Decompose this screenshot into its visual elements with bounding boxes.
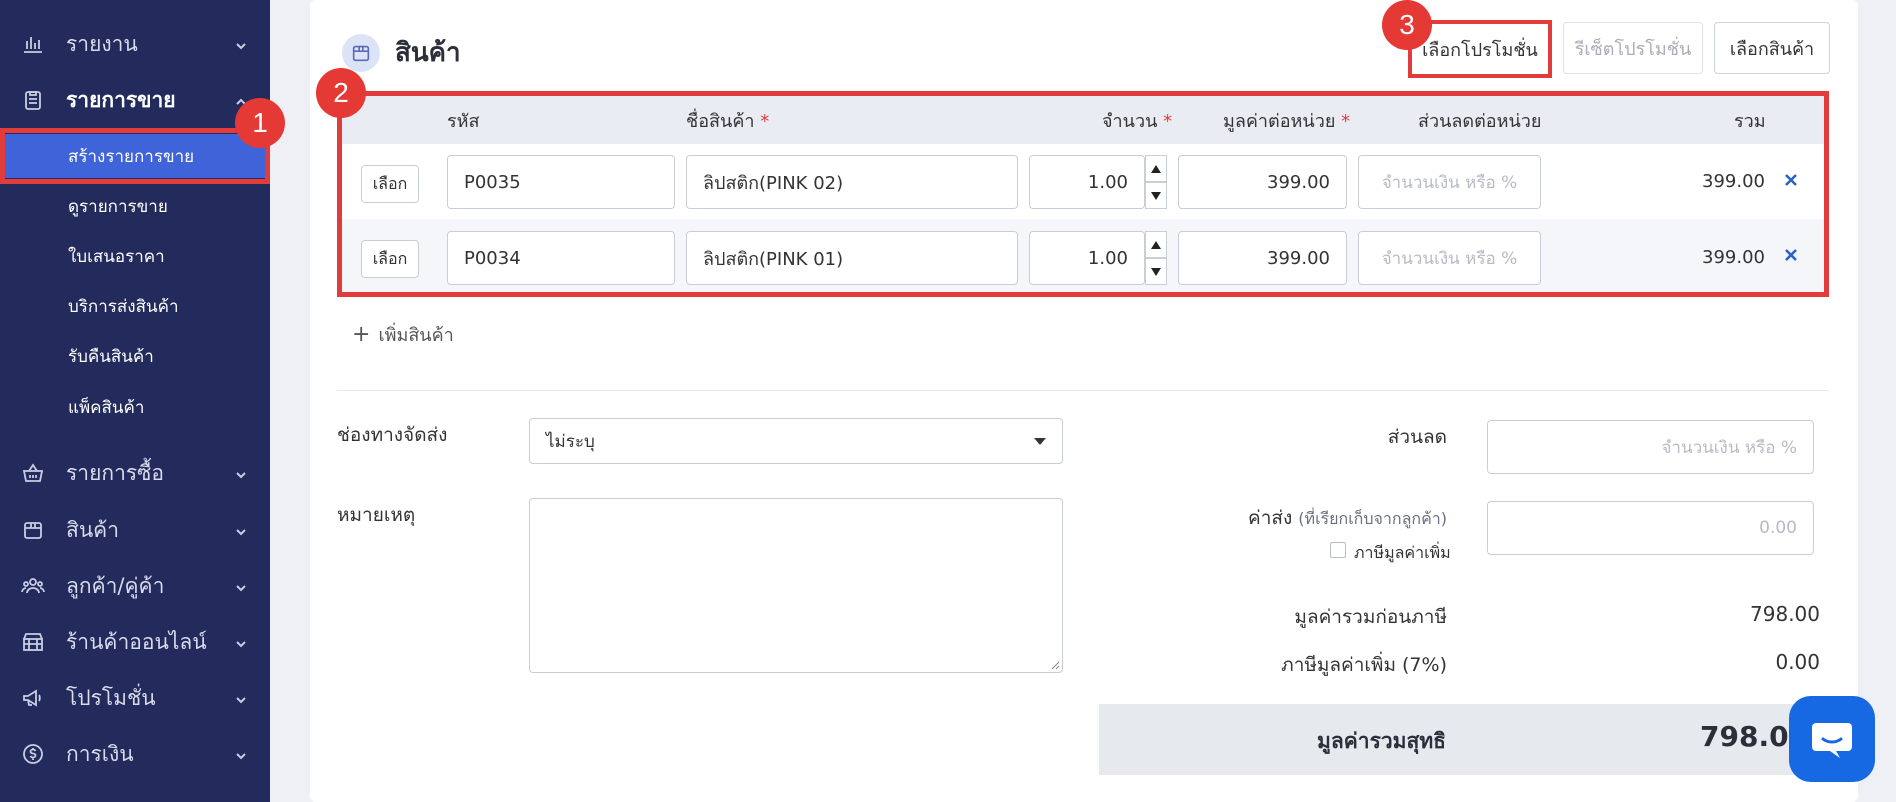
megaphone-icon [20, 685, 46, 711]
nav-label: การเงิน [66, 741, 134, 766]
shipping-channel-value: ไม่ระบุ [546, 431, 595, 452]
select-product-button[interactable]: เลือกสินค้า [1714, 22, 1830, 74]
nav-label: รายงาน [66, 31, 138, 56]
note-label: หมายเหตุ [337, 504, 416, 526]
shipping-fee-label: ค่าส่ง (ที่เรียกเก็บจากลูกค้า) [1160, 503, 1447, 533]
box-icon [342, 34, 380, 72]
chevron-down-icon [234, 744, 248, 760]
reset-promotion-button[interactable]: รีเซ็ตโปรโมชั่น [1563, 22, 1703, 74]
subtotal-value: 798.00 [1750, 602, 1820, 626]
section-title: สินค้า [395, 38, 461, 68]
shipping-fee-text: ค่าส่ง [1247, 507, 1293, 529]
nav-item-customers[interactable]: ลูกค้า/คู่ค้า [0, 564, 270, 608]
vat-label: ภาษีมูลค่าเพิ่ม (7%) [1281, 654, 1447, 676]
clipboard-icon [20, 87, 46, 113]
divider [337, 390, 1829, 391]
shipping-fee-hint: (ที่เรียกเก็บจากลูกค้า) [1298, 509, 1447, 528]
vat-checkbox[interactable] [1330, 542, 1346, 558]
callout-badge-1: 1 [235, 98, 285, 148]
nav-item-products[interactable]: สินค้า [0, 508, 270, 552]
sub-item-create-sale[interactable]: สร้างรายการขาย [4, 134, 266, 178]
nav-item-promotions[interactable]: โปรโมชั่น [0, 676, 270, 720]
subtotal-label: มูลค่ารวมก่อนภาษี [1294, 606, 1447, 628]
shipping-fee-input[interactable]: 0.00 [1487, 501, 1814, 555]
shipping-channel-label: ช่องทางจัดส่ง [337, 424, 448, 446]
coin-icon [20, 741, 46, 767]
chevron-down-icon [234, 520, 248, 536]
callout-badge-3: 3 [1382, 0, 1432, 50]
sub-item-shipping[interactable]: บริการส่งสินค้า [0, 284, 270, 328]
sub-item-packing[interactable]: แพ็คสินค้า [0, 385, 270, 429]
users-icon [20, 573, 46, 599]
nav-label: ร้านค้าออนไลน์ [66, 629, 207, 654]
chevron-down-icon [234, 34, 248, 50]
store-icon [20, 629, 46, 655]
nav-label: ลูกค้า/คู่ค้า [66, 573, 165, 598]
chat-icon [1812, 723, 1852, 758]
box-icon [20, 517, 46, 543]
add-product-link[interactable]: + เพิ่มสินค้า [352, 320, 454, 349]
nav-label: สินค้า [66, 517, 120, 542]
resize-grip-icon[interactable] [1050, 660, 1060, 670]
chevron-down-icon [234, 576, 248, 592]
nav-item-reports[interactable]: รายงาน [0, 22, 270, 66]
nav-item-online-store[interactable]: ร้านค้าออนไลน์ [0, 620, 270, 664]
note-textarea[interactable] [529, 498, 1063, 673]
discount-input[interactable]: จำนวนเงิน หรือ % [1487, 420, 1814, 474]
callout-badge-2: 2 [316, 68, 366, 118]
chevron-down-icon [234, 688, 248, 704]
basket-icon [20, 460, 46, 486]
sub-item-returns[interactable]: รับคืนสินค้า [0, 334, 270, 378]
add-product-label: เพิ่มสินค้า [378, 325, 454, 346]
net-total-label: มูลค่ารวมสุทธิ [1317, 729, 1446, 753]
discount-label: ส่วนลด [1387, 426, 1447, 448]
shipping-channel-select[interactable]: ไม่ระบุ [529, 418, 1063, 464]
sub-item-quotation[interactable]: ใบเสนอราคา [0, 234, 270, 278]
nav-item-finance[interactable]: การเงิน [0, 732, 270, 776]
vat-value: 0.00 [1775, 650, 1820, 674]
nav-item-purchases[interactable]: รายการซื้อ [0, 451, 270, 495]
bar-chart-icon [20, 31, 46, 57]
nav-label: รายการขาย [66, 87, 176, 112]
sub-item-view-sales[interactable]: ดูรายการขาย [0, 184, 270, 228]
nav-label: รายการซื้อ [66, 460, 165, 485]
highlight-product-table [337, 91, 1829, 297]
caret-down-icon [1034, 438, 1046, 445]
nav-item-sales[interactable]: รายการขาย [0, 78, 270, 122]
sidebar: รายงาน รายการขาย สร้างรายการขาย ดูรายการ… [0, 0, 270, 802]
plus-icon: + [352, 322, 371, 347]
chat-button[interactable] [1789, 696, 1875, 782]
chevron-down-icon [234, 632, 248, 648]
vat-checkbox-label: ภาษีมูลค่าเพิ่ม [1354, 543, 1451, 562]
chevron-down-icon [234, 463, 248, 479]
nav-label: โปรโมชั่น [66, 685, 156, 710]
